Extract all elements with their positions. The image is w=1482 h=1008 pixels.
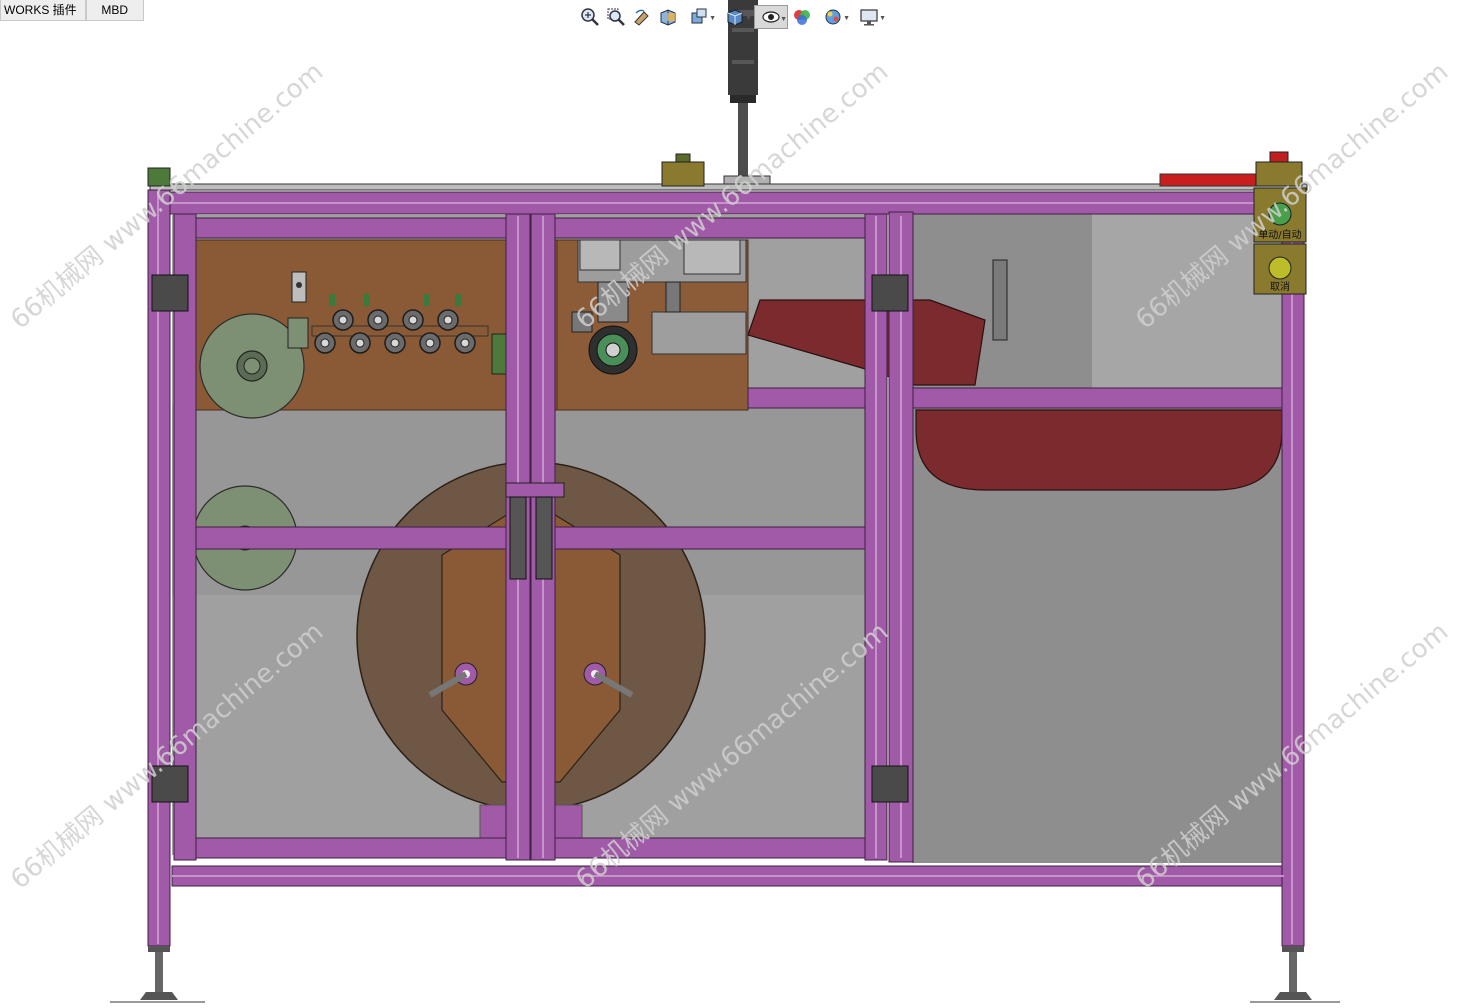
- section-view-icon[interactable]: [656, 5, 680, 29]
- hide-show-icon[interactable]: [790, 5, 814, 29]
- zoom-to-fit-icon[interactable]: [578, 5, 602, 29]
- previous-view-icon[interactable]: [630, 5, 654, 29]
- model-viewport[interactable]: 单动/自动 取消 66机械网 www.66machine.com 66机械网 w…: [0, 0, 1482, 1008]
- view-settings-icon[interactable]: ▼: [852, 5, 886, 29]
- heads-up-view-toolbar: ▼ ▼ ▼ ▼ ▼: [578, 3, 886, 31]
- edit-appearance-icon[interactable]: ▼: [816, 5, 850, 29]
- zoom-to-area-icon[interactable]: [604, 5, 628, 29]
- command-manager-tabs: WORKS 插件 MBD: [0, 0, 144, 22]
- dynamic-annotation-icon[interactable]: ▼: [682, 5, 716, 29]
- tab-solidworks-addins[interactable]: WORKS 插件: [0, 0, 86, 21]
- back-panel-right: [912, 213, 1284, 863]
- view-orientation-icon[interactable]: ▼: [718, 5, 752, 29]
- tab-mbd[interactable]: MBD: [85, 0, 144, 21]
- display-style-icon[interactable]: ▼: [754, 5, 788, 29]
- red-collection-bin: [915, 409, 1283, 491]
- cancel-button-label: 取消: [1270, 280, 1290, 293]
